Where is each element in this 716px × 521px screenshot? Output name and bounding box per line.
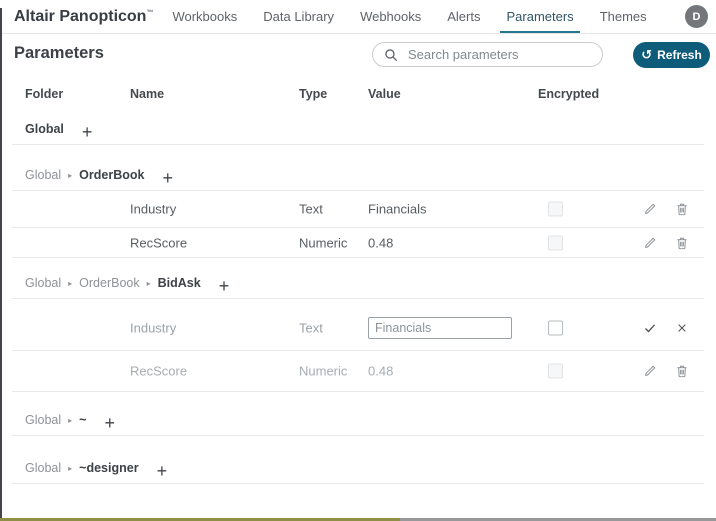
add-parameter-button[interactable]: + xyxy=(219,277,230,295)
parameter-name: RecScore xyxy=(130,235,188,250)
background-window-edge-left xyxy=(0,8,2,521)
parameter-value: 0.48 xyxy=(368,363,394,379)
pencil-icon xyxy=(645,365,656,376)
panopticon-parameters-page: Altair Panopticon™ Workbooks Data Librar… xyxy=(0,0,716,521)
breadcrumb: Global ▸ ~ xyxy=(25,413,86,427)
cancel-button[interactable] xyxy=(674,320,690,336)
nav-tab-alerts[interactable]: Alerts xyxy=(434,0,493,33)
folder-name: Global xyxy=(25,122,64,136)
edit-button[interactable] xyxy=(642,201,658,217)
parameter-name: Industry xyxy=(130,201,177,217)
refresh-button[interactable]: ↺ Refresh xyxy=(633,42,710,68)
encrypted-checkbox[interactable] xyxy=(548,320,563,336)
delete-button[interactable] xyxy=(674,235,690,251)
chevron-right-icon: ▸ xyxy=(146,279,151,288)
breadcrumb: Global ▸ OrderBook xyxy=(25,168,144,182)
check-icon xyxy=(644,324,656,333)
add-parameter-button[interactable]: + xyxy=(162,169,173,187)
add-parameter-button[interactable]: + xyxy=(104,414,115,432)
add-parameter-button[interactable]: + xyxy=(82,123,93,141)
app-logo-text: Altair Panopticon xyxy=(14,7,147,25)
delete-button[interactable] xyxy=(674,363,690,379)
parameter-value: Financials xyxy=(368,201,427,217)
chevron-right-icon: ▸ xyxy=(68,416,73,425)
parameter-type: Text xyxy=(299,320,323,336)
parameter-type: Numeric xyxy=(299,363,348,379)
user-avatar[interactable]: D xyxy=(685,5,708,28)
parameter-row-industry: Industry Text Financials xyxy=(12,191,704,228)
encrypted-checkbox[interactable] xyxy=(548,363,563,379)
column-header-value: Value xyxy=(368,87,401,101)
encrypted-checkbox[interactable] xyxy=(548,235,563,250)
group-header-orderbook: Global ▸ OrderBook + xyxy=(12,145,704,191)
nav-tab-webhooks[interactable]: Webhooks xyxy=(347,0,434,33)
refresh-button-label: Refresh xyxy=(657,48,702,62)
folder-segment: Global xyxy=(25,168,62,182)
app-logo: Altair Panopticon™ xyxy=(14,8,153,26)
folder-name: BidAsk xyxy=(157,276,201,290)
parameter-name: RecScore xyxy=(130,363,188,379)
add-parameter-button[interactable]: + xyxy=(157,462,168,480)
nav-tab-workbooks[interactable]: Workbooks xyxy=(159,0,250,33)
chevron-right-icon: ▸ xyxy=(68,464,73,473)
group-header-bidask: Global ▸ OrderBook ▸ BidAsk + xyxy=(12,258,704,299)
folder-segment: Global xyxy=(25,413,62,427)
parameter-type: Text xyxy=(299,201,323,217)
pencil-icon xyxy=(645,203,656,214)
page-title: Parameters xyxy=(14,44,104,62)
parameter-row-industry-editing: Industry Text xyxy=(12,299,704,351)
parameter-row-recscore: RecScore Numeric 0.48 xyxy=(12,228,704,258)
parameter-value: 0.48 xyxy=(368,235,394,250)
breadcrumb: Global ▸ OrderBook ▸ BidAsk xyxy=(25,276,201,290)
folder-segment: OrderBook xyxy=(79,276,140,290)
search-input[interactable] xyxy=(406,46,590,63)
group-header-tilde: Global ▸ ~ + xyxy=(12,392,704,436)
table-header-row: Folder Name Type Value Encrypted xyxy=(12,87,704,103)
pencil-icon xyxy=(645,237,656,248)
nav-tab-themes[interactable]: Themes xyxy=(587,0,660,33)
folder-name: OrderBook xyxy=(79,168,145,182)
parameter-type: Numeric xyxy=(299,235,348,250)
top-navigation-bar: Altair Panopticon™ Workbooks Data Librar… xyxy=(0,0,716,34)
folder-name: ~ xyxy=(79,413,87,427)
refresh-icon: ↺ xyxy=(641,47,653,63)
breadcrumb: Global ▸ ~designer xyxy=(25,461,139,475)
chevron-right-icon: ▸ xyxy=(68,171,73,180)
column-header-name: Name xyxy=(130,87,165,101)
parameter-name: Industry xyxy=(130,320,177,336)
breadcrumb: Global xyxy=(25,122,64,136)
edit-button[interactable] xyxy=(642,363,658,379)
delete-button[interactable] xyxy=(674,201,690,217)
group-header-global: Global + xyxy=(12,105,704,145)
column-header-encrypted: Encrypted xyxy=(538,87,600,101)
folder-segment: Global xyxy=(25,276,62,290)
group-header-tilde-designer: Global ▸ ~designer + xyxy=(12,436,704,484)
nav-tab-parameters[interactable]: Parameters xyxy=(493,0,586,33)
nav-tab-data-library[interactable]: Data Library xyxy=(250,0,347,33)
folder-segment: Global xyxy=(25,461,62,475)
edit-button[interactable] xyxy=(642,235,658,251)
trash-icon xyxy=(677,237,687,249)
column-header-folder: Folder xyxy=(25,87,64,101)
main-nav: Workbooks Data Library Webhooks Alerts P… xyxy=(159,0,659,33)
search-icon xyxy=(385,48,397,61)
folder-name: ~designer xyxy=(79,461,139,475)
column-header-type: Type xyxy=(299,87,328,101)
parameter-row-recscore-muted: RecScore Numeric 0.48 xyxy=(12,351,704,392)
trash-icon xyxy=(677,365,687,378)
encrypted-checkbox[interactable] xyxy=(548,201,563,217)
trash-icon xyxy=(677,203,687,216)
parameter-value-input[interactable] xyxy=(368,317,512,339)
search-box xyxy=(372,42,603,67)
x-icon xyxy=(678,324,686,332)
trademark-mark: ™ xyxy=(146,9,154,17)
confirm-button[interactable] xyxy=(642,320,658,336)
chevron-right-icon: ▸ xyxy=(68,279,73,288)
